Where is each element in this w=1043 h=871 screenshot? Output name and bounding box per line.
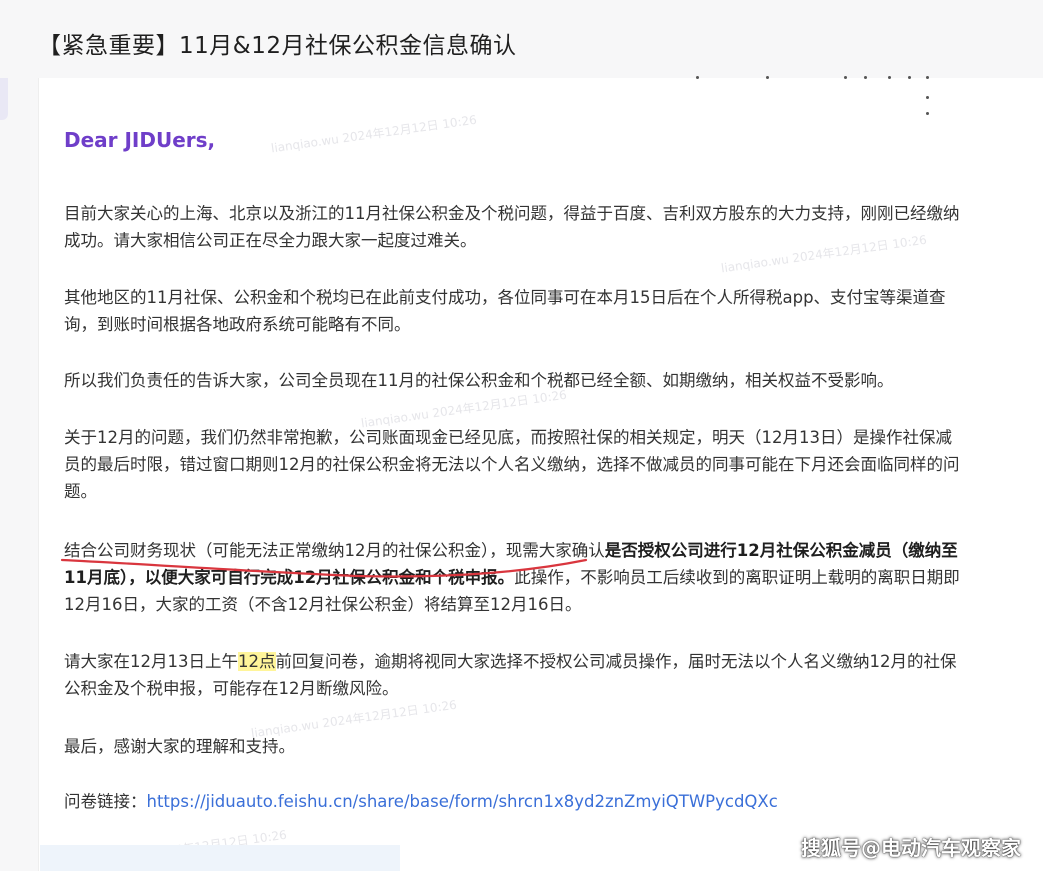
paragraph-2: 其他地区的11月社保、公积金和个税均已在此前支付成功，各位同事可在本月15日后在… xyxy=(64,288,946,334)
faint-dots-decoration xyxy=(690,70,950,120)
greeting: Dear JIDUers, xyxy=(64,128,216,152)
email-subject: 【紧急重要】11月&12月社保公积金信息确认 xyxy=(38,33,517,59)
survey-link-label: 问卷链接： xyxy=(64,792,147,811)
survey-link-row: 问卷链接：https://jiduauto.feishu.cn/share/ba… xyxy=(64,788,964,815)
paragraph-4: 关于12月的问题，我们仍然非常抱歉，公司账面现金已经见底，而按照社保的相关规定，… xyxy=(64,428,960,501)
paragraph-1: 目前大家关心的上海、北京以及浙江的11月社保公积金及个税问题，得益于百度、吉利双… xyxy=(64,204,960,250)
paragraph-3: 所以我们负责任的告诉大家，公司全员现在11月的社保公积金和个税都已经全额、如期缴… xyxy=(64,371,894,390)
paragraph-6: 请大家在12月13日上午12点前回复问卷，逾期将视同大家选择不授权公司减员操作，… xyxy=(64,648,964,702)
source-watermark: 搜狐号@电动汽车观察家 xyxy=(801,836,1021,860)
paragraph-6-text: 请大家在12月13日上午 xyxy=(64,652,238,671)
bottom-attachment-area xyxy=(40,845,400,871)
email-header: 【紧急重要】11月&12月社保公积金信息确认 xyxy=(0,0,1043,78)
paragraph-7: 最后，感谢大家的理解和支持。 xyxy=(64,737,295,756)
survey-link[interactable]: https://jiduauto.feishu.cn/share/base/fo… xyxy=(147,792,778,811)
highlighted-time: 12点 xyxy=(238,652,276,671)
red-underline-annotation xyxy=(60,558,588,578)
